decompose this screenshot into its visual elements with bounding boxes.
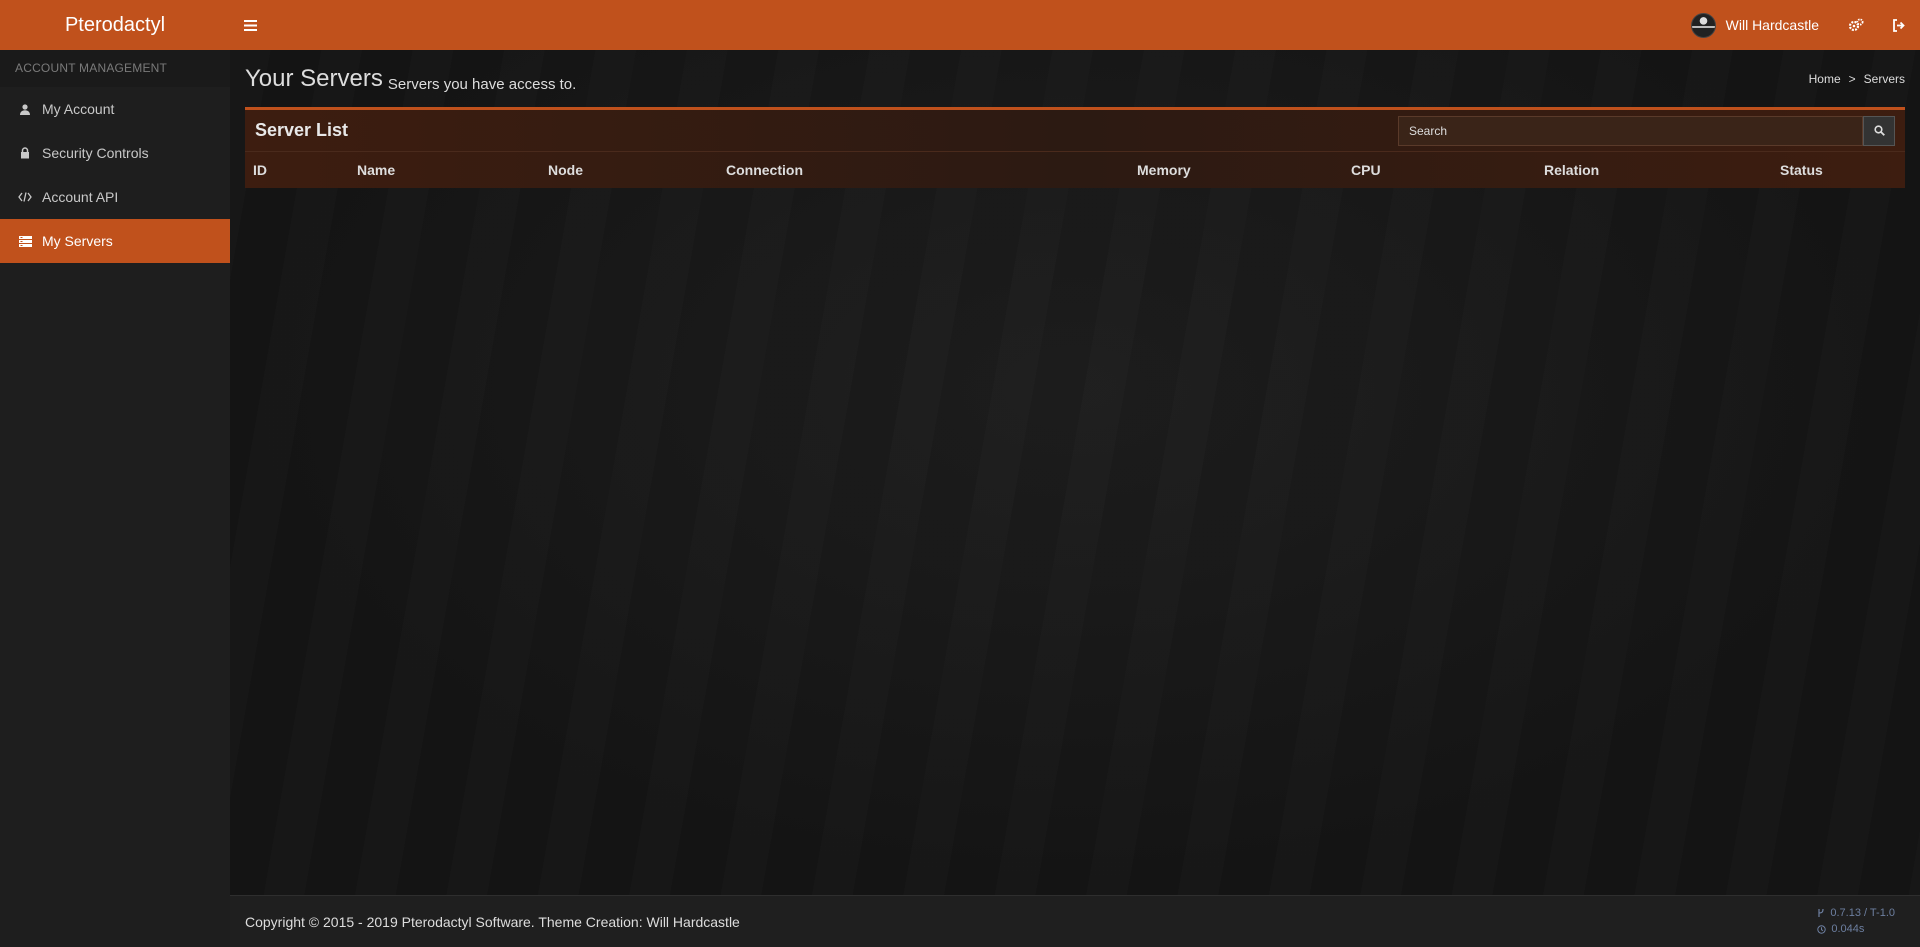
sidebar-item-label: Account API bbox=[42, 189, 119, 205]
column-header-connection[interactable]: Connection bbox=[726, 162, 803, 178]
column-header-node[interactable]: Node bbox=[548, 162, 583, 178]
server-table-header: ID Name Node Connection Memory CPU Relat… bbox=[245, 152, 1905, 188]
code-icon bbox=[18, 192, 32, 202]
gears-icon bbox=[1848, 18, 1863, 32]
sidebar-item-security-controls[interactable]: Security Controls bbox=[0, 131, 230, 175]
breadcrumb-separator: > bbox=[1848, 72, 1856, 86]
column-header-memory[interactable]: Memory bbox=[1137, 162, 1191, 178]
content-header: Your Servers Servers you have access to.… bbox=[230, 50, 1920, 105]
breadcrumb: Home > Servers bbox=[1809, 72, 1905, 86]
sidebar-item-label: My Account bbox=[42, 101, 115, 117]
column-header-id[interactable]: ID bbox=[253, 162, 267, 178]
user-menu[interactable]: Will Hardcastle bbox=[1676, 0, 1834, 50]
search-input[interactable] bbox=[1398, 115, 1863, 146]
menu-icon bbox=[243, 19, 257, 31]
sidebar-section-title: ACCOUNT MANAGEMENT bbox=[0, 50, 230, 87]
breadcrumb-current: Servers bbox=[1863, 72, 1905, 86]
sidebar: ACCOUNT MANAGEMENT My Account Security C… bbox=[0, 50, 230, 947]
server-list-panel: Server List ID Name Node Connection Memo… bbox=[245, 107, 1905, 188]
version-text: 0.7.13 / T-1.0 bbox=[1830, 907, 1895, 919]
code-fork-icon bbox=[1818, 908, 1824, 917]
search-group bbox=[1398, 115, 1895, 146]
user-name: Will Hardcastle bbox=[1725, 17, 1819, 33]
main-content: Your Servers Servers you have access to.… bbox=[230, 50, 1920, 895]
server-list-header: Server List bbox=[245, 110, 1905, 152]
copyright-text: Copyright © 2015 - 2019 Pterodactyl Soft… bbox=[245, 914, 740, 930]
search-icon bbox=[1873, 125, 1885, 136]
sidebar-item-my-account[interactable]: My Account bbox=[0, 87, 230, 131]
search-button[interactable] bbox=[1863, 115, 1895, 146]
breadcrumb-home-link[interactable]: Home bbox=[1809, 72, 1841, 86]
server-list-title: Server List bbox=[255, 120, 349, 140]
column-header-name[interactable]: Name bbox=[357, 162, 395, 178]
clock-icon bbox=[1817, 924, 1827, 934]
footer: Copyright © 2015 - 2019 Pterodactyl Soft… bbox=[230, 895, 1920, 947]
render-time-text: 0.044s bbox=[1831, 923, 1865, 935]
sidebar-item-my-servers[interactable]: My Servers bbox=[0, 219, 230, 263]
admin-settings-button[interactable] bbox=[1834, 0, 1877, 50]
brand-logo[interactable]: Pterodactyl bbox=[0, 0, 230, 50]
column-header-relation[interactable]: Relation bbox=[1544, 162, 1599, 178]
page-subtitle: Servers you have access to. bbox=[387, 76, 577, 93]
sign-out-icon bbox=[1892, 18, 1905, 32]
column-header-cpu[interactable]: CPU bbox=[1351, 162, 1381, 178]
avatar bbox=[1690, 12, 1716, 38]
column-header-status[interactable]: Status bbox=[1780, 162, 1823, 178]
sidebar-item-label: Security Controls bbox=[42, 145, 149, 161]
sidebar-item-account-api[interactable]: Account API bbox=[0, 175, 230, 219]
server-icon bbox=[18, 235, 32, 247]
sidebar-item-label: My Servers bbox=[42, 233, 113, 249]
version-info: 0.7.13 / T-1.0 0.044s bbox=[1817, 905, 1895, 937]
user-icon bbox=[18, 103, 32, 115]
logout-button[interactable] bbox=[1877, 0, 1920, 50]
top-navbar: Pterodactyl Will Hardcastle bbox=[0, 0, 1920, 50]
lock-icon bbox=[18, 147, 32, 159]
sidebar-toggle-button[interactable] bbox=[230, 0, 270, 50]
page-title: Your Servers bbox=[245, 65, 383, 92]
